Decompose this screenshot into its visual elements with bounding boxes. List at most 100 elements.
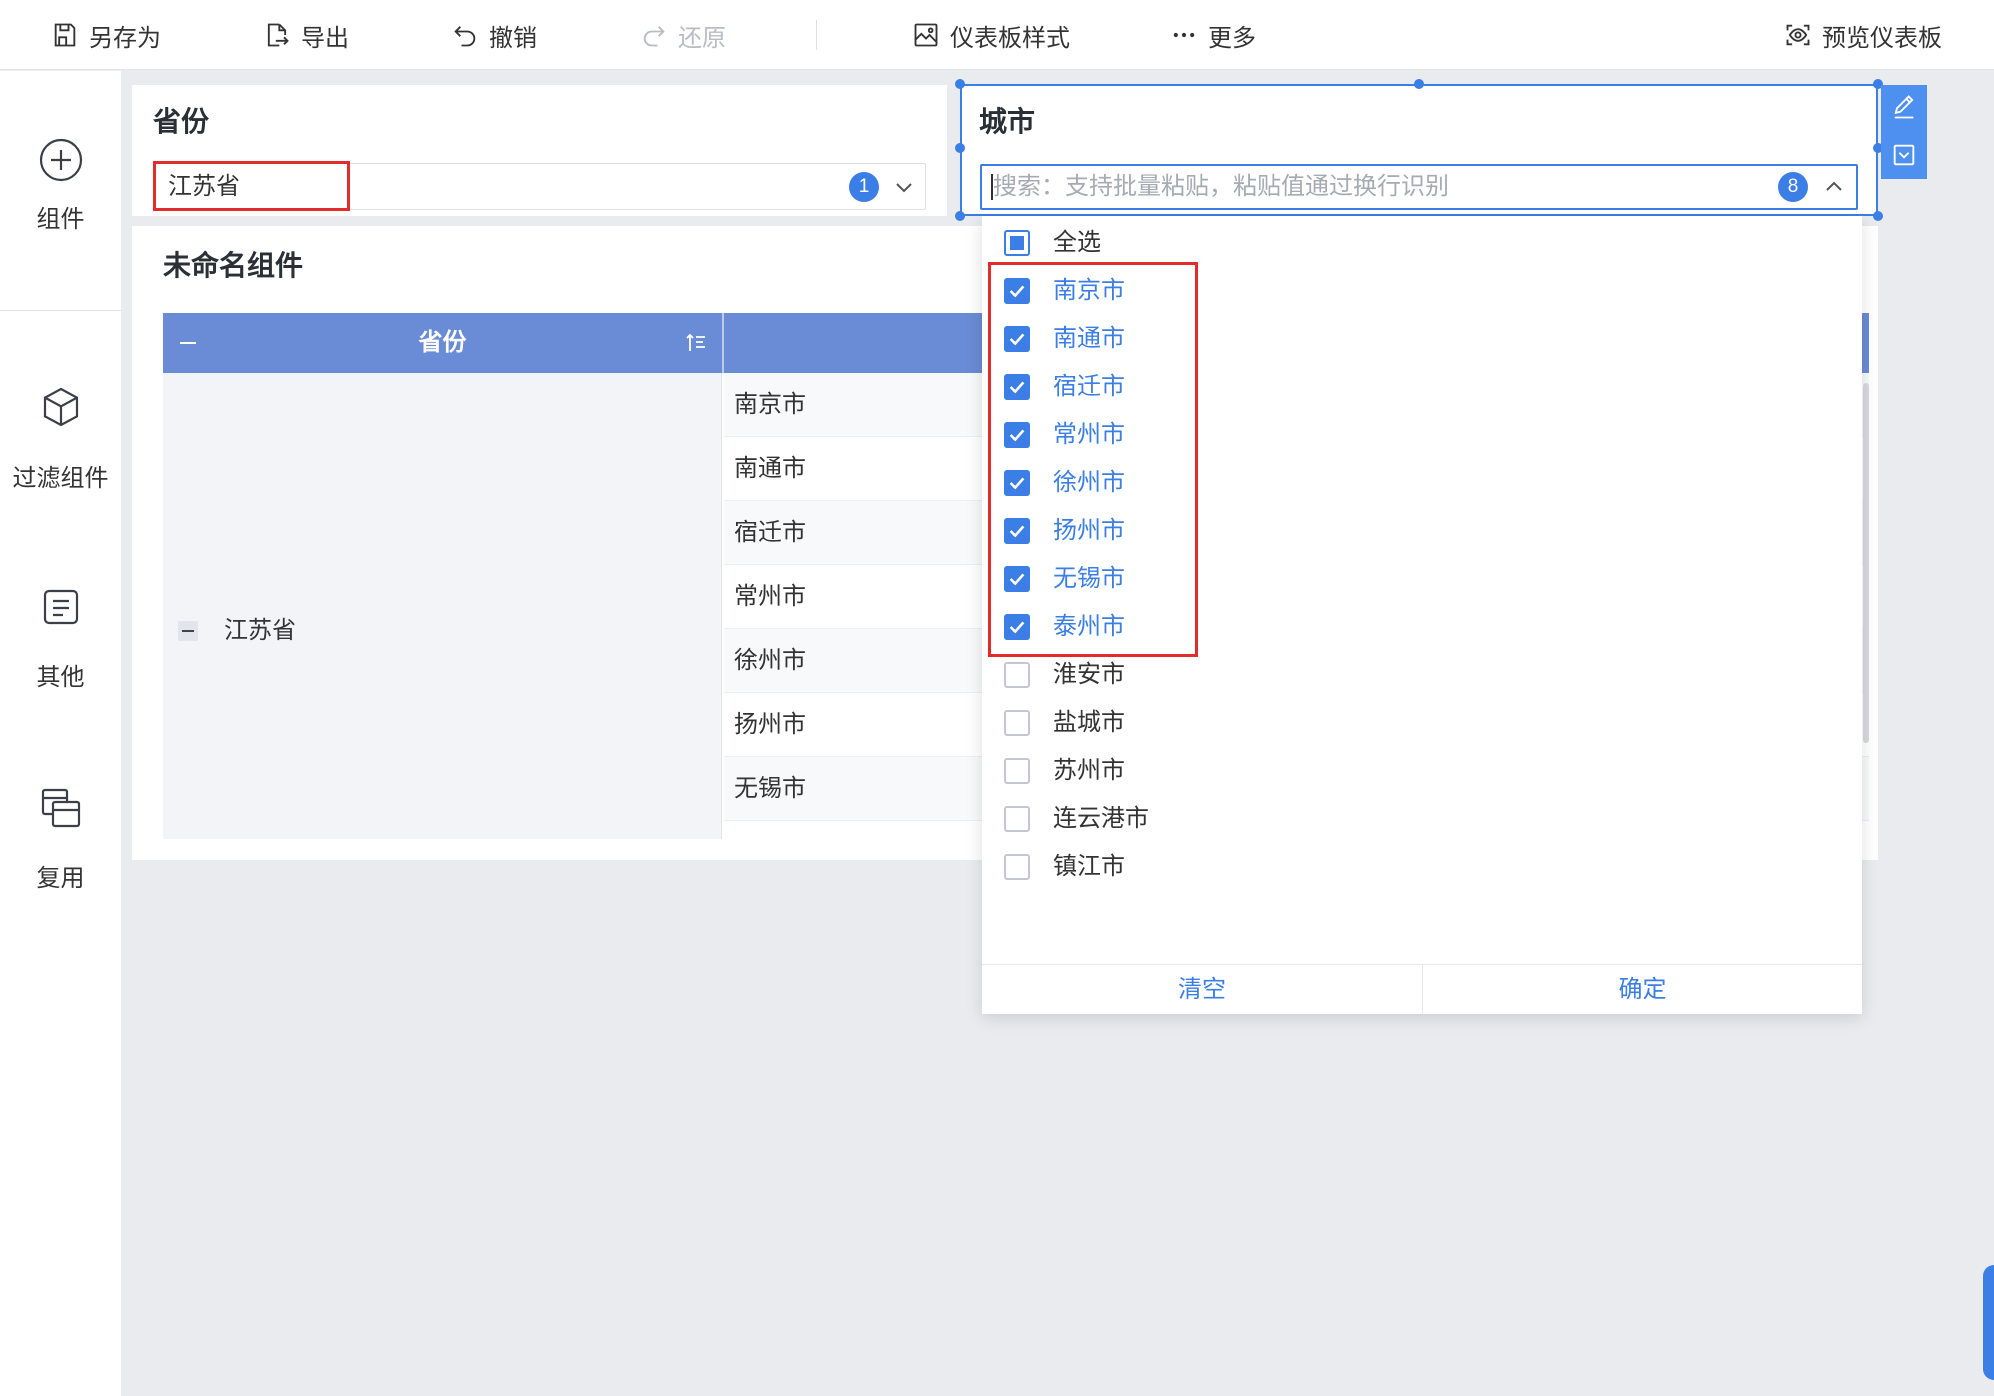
city-option-label: 淮安市 xyxy=(1053,661,1125,688)
select-all-label: 全选 xyxy=(1053,229,1101,256)
redo-icon xyxy=(640,21,668,49)
province-select-value: 江苏省 xyxy=(168,173,240,200)
city-cell: 常州市 xyxy=(734,583,806,610)
more-button[interactable]: 更多 xyxy=(1170,0,1256,70)
checkbox[interactable] xyxy=(1004,758,1030,784)
checkbox[interactable] xyxy=(1004,278,1030,304)
city-option[interactable]: 泰州市 xyxy=(982,603,1862,651)
sidebar-item-reuse[interactable]: 复用 xyxy=(0,784,121,893)
dashboard-style-label: 仪表板样式 xyxy=(950,24,1070,52)
left-sidebar: 组件 过滤组件 其他 复用 xyxy=(0,71,121,1396)
redo-label: 还原 xyxy=(678,24,726,52)
checkbox[interactable] xyxy=(1004,614,1030,640)
city-dropdown-panel: 全选 南京市 南通市 宿迁市 常州市 徐州市 扬州市 无锡市 泰州市 淮安市 盐… xyxy=(982,216,1862,1014)
selected-count-badge: 8 xyxy=(1778,172,1808,202)
city-option[interactable]: 镇江市 xyxy=(982,843,1862,891)
checkbox[interactable] xyxy=(1004,806,1030,832)
checkbox[interactable] xyxy=(1004,230,1030,256)
city-option-label: 扬州市 xyxy=(1053,517,1125,544)
city-search-input[interactable] xyxy=(993,166,1753,208)
sidebar-item-components[interactable]: 组件 xyxy=(0,136,121,234)
city-cell: 南京市 xyxy=(734,391,806,418)
city-option[interactable]: 宿迁市 xyxy=(982,363,1862,411)
undo-button[interactable]: 撤销 xyxy=(451,0,537,70)
sidebar-divider xyxy=(0,310,121,311)
dropdown-box-icon[interactable] xyxy=(1890,141,1918,169)
select-all-option[interactable]: 全选 xyxy=(982,219,1862,267)
dropdown-footer: 清空 确定 xyxy=(982,964,1862,1014)
confirm-button[interactable]: 确定 xyxy=(1423,965,1862,1014)
city-option[interactable]: 连云港市 xyxy=(982,795,1862,843)
city-cell: 无锡市 xyxy=(734,775,806,802)
export-button[interactable]: 导出 xyxy=(263,0,349,70)
resize-handle[interactable] xyxy=(1873,211,1883,221)
table-scrollbar[interactable] xyxy=(1863,383,1869,743)
resize-handle[interactable] xyxy=(955,79,965,89)
city-option-list: 全选 南京市 南通市 宿迁市 常州市 徐州市 扬州市 无锡市 泰州市 淮安市 盐… xyxy=(982,219,1862,891)
checkbox[interactable] xyxy=(1004,518,1030,544)
checkbox[interactable] xyxy=(1004,710,1030,736)
sidebar-item-label: 组件 xyxy=(36,206,85,233)
collapse-icon[interactable] xyxy=(178,621,198,641)
resize-handle[interactable] xyxy=(955,143,965,153)
city-option-label: 宿迁市 xyxy=(1053,373,1125,400)
city-option[interactable]: 淮安市 xyxy=(982,651,1862,699)
city-option[interactable]: 无锡市 xyxy=(982,555,1862,603)
checkbox[interactable] xyxy=(1004,422,1030,448)
city-option[interactable]: 盐城市 xyxy=(982,699,1862,747)
checkbox[interactable] xyxy=(1004,662,1030,688)
checkbox[interactable] xyxy=(1004,854,1030,880)
redo-button[interactable]: 还原 xyxy=(640,0,726,70)
city-filter-widget[interactable]: 城市 8 xyxy=(960,84,1878,216)
sidebar-item-label: 其他 xyxy=(36,664,85,691)
undo-icon xyxy=(451,21,479,49)
check-icon xyxy=(1009,477,1025,490)
city-option[interactable]: 南京市 xyxy=(982,267,1862,315)
sidebar-item-filter-components[interactable]: 过滤组件 xyxy=(0,383,121,493)
check-icon xyxy=(1009,285,1025,298)
city-cell: 徐州市 xyxy=(734,647,806,674)
chevron-down-icon[interactable] xyxy=(892,175,916,199)
city-option-label: 镇江市 xyxy=(1053,853,1125,880)
city-option[interactable]: 徐州市 xyxy=(982,459,1862,507)
preview-dashboard-label: 预览仪表板 xyxy=(1822,24,1942,52)
sort-icon[interactable] xyxy=(684,331,708,355)
check-icon xyxy=(1009,333,1025,346)
save-as-button[interactable]: 另存为 xyxy=(51,0,161,70)
checkbox[interactable] xyxy=(1004,374,1030,400)
city-option-label: 南通市 xyxy=(1053,325,1125,352)
province-filter-widget[interactable]: 省份 江苏省 1 xyxy=(132,85,947,216)
copy-icon xyxy=(37,784,85,832)
sidebar-item-other[interactable]: 其他 xyxy=(0,583,121,692)
edit-pencil-icon[interactable] xyxy=(1890,93,1918,121)
city-option[interactable]: 扬州市 xyxy=(982,507,1862,555)
city-option[interactable]: 苏州市 xyxy=(982,747,1862,795)
resize-handle[interactable] xyxy=(955,211,965,221)
check-icon xyxy=(1009,525,1025,538)
widget-title: 城市 xyxy=(979,106,1036,137)
save-as-label: 另存为 xyxy=(89,24,161,52)
clear-button[interactable]: 清空 xyxy=(982,965,1422,1014)
widget-title: 省份 xyxy=(153,106,210,137)
province-select[interactable]: 江苏省 1 xyxy=(153,163,926,210)
checkbox[interactable] xyxy=(1004,566,1030,592)
check-icon xyxy=(1009,429,1025,442)
city-option[interactable]: 常州市 xyxy=(982,411,1862,459)
chevron-up-icon[interactable] xyxy=(1822,175,1846,199)
header-separator xyxy=(722,313,724,373)
widget-title: 未命名组件 xyxy=(163,250,304,281)
city-option[interactable]: 南通市 xyxy=(982,315,1862,363)
city-cell: 宿迁市 xyxy=(734,519,806,546)
resize-handle[interactable] xyxy=(1414,79,1424,89)
city-option-label: 无锡市 xyxy=(1053,565,1125,592)
checkbox[interactable] xyxy=(1004,326,1030,352)
city-cell: 南通市 xyxy=(734,455,806,482)
province-cell-label: 江苏省 xyxy=(224,617,296,644)
dashboard-style-button[interactable]: 仪表板样式 xyxy=(912,0,1070,70)
floating-expand-button[interactable] xyxy=(1983,1265,1994,1380)
city-search-field[interactable]: 8 xyxy=(980,164,1858,210)
checkbox[interactable] xyxy=(1004,470,1030,496)
export-label: 导出 xyxy=(301,24,349,52)
preview-dashboard-button[interactable]: 预览仪表板 xyxy=(1784,0,1942,70)
header-label: 省份 xyxy=(418,329,467,356)
